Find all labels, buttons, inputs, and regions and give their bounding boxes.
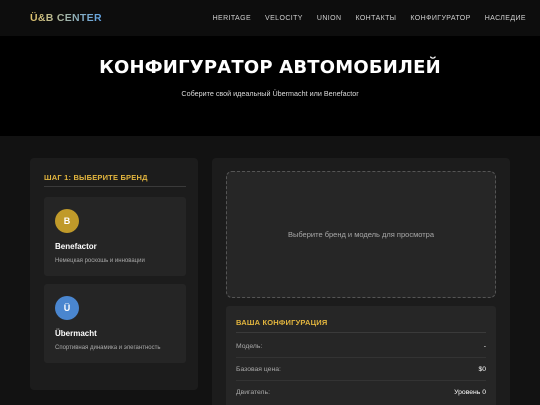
config-value: Уровень 0: [454, 389, 486, 396]
brand-name: Übermacht: [55, 329, 97, 338]
nav-link-configurator[interactable]: КОНФИГУРАТОР: [410, 15, 470, 22]
divider: [236, 357, 486, 358]
config-row-base-price: Базовая цена: $0: [236, 366, 486, 373]
divider: [236, 380, 486, 381]
brand-selection-panel: ШАГ 1: ВЫБЕРИТЕ БРЕНД B Benefactor Немец…: [30, 158, 198, 390]
config-row-model: Модель: -: [236, 343, 486, 350]
nav-link-contacts[interactable]: КОНТАКТЫ: [355, 15, 396, 22]
nav-link-union[interactable]: UNION: [317, 15, 342, 22]
preview-placeholder: Выберите бренд и модель для просмотра: [287, 230, 435, 239]
nav-link-heritage[interactable]: HERITAGE: [213, 15, 251, 22]
navbar: Ü&B CENTER HERITAGE VELOCITY UNION КОНТА…: [0, 0, 540, 36]
nav-link-velocity[interactable]: VELOCITY: [265, 15, 303, 22]
site-logo[interactable]: Ü&B CENTER: [30, 12, 102, 24]
page-title: КОНФИГУРАТОР АВТОМОБИЛЕЙ: [99, 57, 441, 78]
config-row-engine: Двигатель: Уровень 0: [236, 389, 486, 396]
divider: [236, 332, 486, 333]
preview-panel: Выберите бренд и модель для просмотра ВА…: [212, 158, 510, 405]
brand-description: Немецкая роскошь и инновации: [55, 258, 145, 264]
configuration-title: ВАША КОНФИГУРАЦИЯ: [236, 318, 328, 327]
hero-section: КОНФИГУРАТОР АВТОМОБИЛЕЙ Соберите свой и…: [0, 36, 540, 136]
page-subtitle: Соберите свой идеальный Übermacht или Be…: [181, 89, 359, 98]
config-label: Двигатель:: [236, 389, 270, 396]
nav-link-heritage-ru[interactable]: НАСЛЕДИЕ: [485, 15, 526, 22]
main-nav: HERITAGE VELOCITY UNION КОНТАКТЫ КОНФИГУ…: [213, 15, 526, 22]
config-label: Базовая цена:: [236, 366, 281, 373]
config-label: Модель:: [236, 343, 263, 350]
config-value: -: [483, 343, 486, 350]
brand-name: Benefactor: [55, 242, 97, 251]
benefactor-badge-icon: B: [55, 209, 79, 233]
brand-card-ubermacht[interactable]: Ü Übermacht Спортивная динамика и элеган…: [44, 284, 186, 363]
brand-description: Спортивная динамика и элегантность: [55, 345, 161, 351]
divider: [44, 186, 186, 187]
config-value: $0: [478, 366, 486, 373]
configuration-summary: ВАША КОНФИГУРАЦИЯ Модель: - Базовая цена…: [226, 306, 496, 405]
brand-card-benefactor[interactable]: B Benefactor Немецкая роскошь и инноваци…: [44, 197, 186, 276]
ubermacht-badge-icon: Ü: [55, 296, 79, 320]
step-title: ШАГ 1: ВЫБЕРИТЕ БРЕНД: [44, 173, 148, 182]
vehicle-preview-area: Выберите бренд и модель для просмотра: [226, 171, 496, 298]
